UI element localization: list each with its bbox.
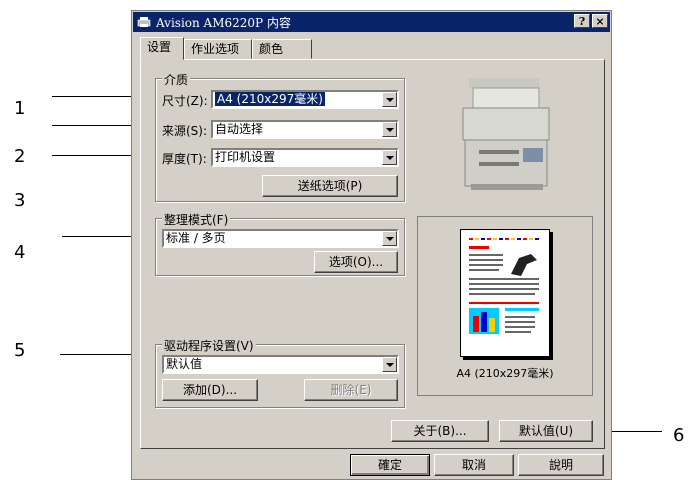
settings-panel: 介质 尺寸(Z): A4 (210x297毫米) 来源(S): 自动选择 厚度(… [140,59,605,449]
callout-5: 5 [14,340,26,361]
tab-settings[interactable]: 设置 [140,37,184,60]
size-select[interactable]: A4 (210x297毫米) [211,90,399,109]
source-select-value: 自动选择 [215,122,264,136]
media-group: 介质 尺寸(Z): A4 (210x297毫米) 来源(S): 自动选择 厚度(… [155,71,405,202]
cancel-button[interactable]: 取消 [434,454,514,476]
weight-label: 厚度(T): [162,152,207,166]
size-label: 尺寸(Z): [162,94,208,108]
page-preview-graphic [469,238,539,334]
help-dialog-button[interactable]: 說明 [518,454,604,476]
callout-2: 2 [14,146,26,167]
driver-settings-group: 驱动程序设置(V) 默认值 添加(D)... 删除(E) [155,337,405,408]
paper-options-button[interactable]: 送纸选项(P) [262,175,398,197]
ok-button[interactable]: 確定 [350,454,430,476]
window-title: Avision AM6220P 内容 [156,15,291,30]
title-bar[interactable]: Avision AM6220P 内容 ? × [133,12,610,32]
about-button[interactable]: 关于(B)... [391,420,489,442]
finishing-select[interactable]: 标准 / 多页 [162,229,399,248]
callout-3: 3 [14,190,26,211]
close-button[interactable]: × [592,14,608,28]
callout-1: 1 [14,98,26,119]
finishing-select-value: 标准 / 多页 [166,231,226,245]
source-label: 来源(S): [162,124,208,138]
printer-image [462,78,550,190]
add-settings-button[interactable]: 添加(D)... [162,379,258,401]
driver-settings-select-value: 默认值 [166,357,203,371]
chevron-down-icon[interactable] [382,92,397,107]
weight-select[interactable]: 打印机设置 [211,148,399,167]
delete-settings-button: 删除(E) [304,379,398,401]
chevron-down-icon[interactable] [382,150,397,165]
defaults-button[interactable]: 默认值(U) [499,420,593,442]
properties-dialog: Avision AM6220P 内容 ? × 设置 作业选项 颜色 介质 尺寸(… [131,10,612,480]
help-button[interactable]: ? [574,14,590,28]
chevron-down-icon[interactable] [382,122,397,137]
driver-settings-select[interactable]: 默认值 [162,355,399,374]
size-select-value: A4 (210x297毫米) [215,92,325,106]
callout-6: 6 [673,425,685,446]
finishing-group-title: 整理模式(F) [162,211,231,228]
weight-select-value: 打印机设置 [215,150,276,164]
tab-color[interactable]: 颜色 [252,39,312,59]
driver-settings-group-title: 驱动程序设置(V) [162,337,256,354]
finishing-group: 整理模式(F) 标准 / 多页 选项(O)... [155,211,405,276]
finishing-options-button[interactable]: 选项(O)... [314,251,398,273]
source-select[interactable]: 自动选择 [211,120,399,139]
tab-job-options[interactable]: 作业选项 [184,39,252,59]
chevron-down-icon[interactable] [382,231,397,246]
printer-app-icon [137,17,151,27]
media-group-title: 介质 [162,71,191,88]
preview-box: A4 (210x297毫米) [417,216,593,396]
chevron-down-icon[interactable] [382,357,397,372]
preview-caption: A4 (210x297毫米) [456,367,554,380]
page-preview-thumbnail [460,229,550,357]
callout-4: 4 [14,242,26,263]
